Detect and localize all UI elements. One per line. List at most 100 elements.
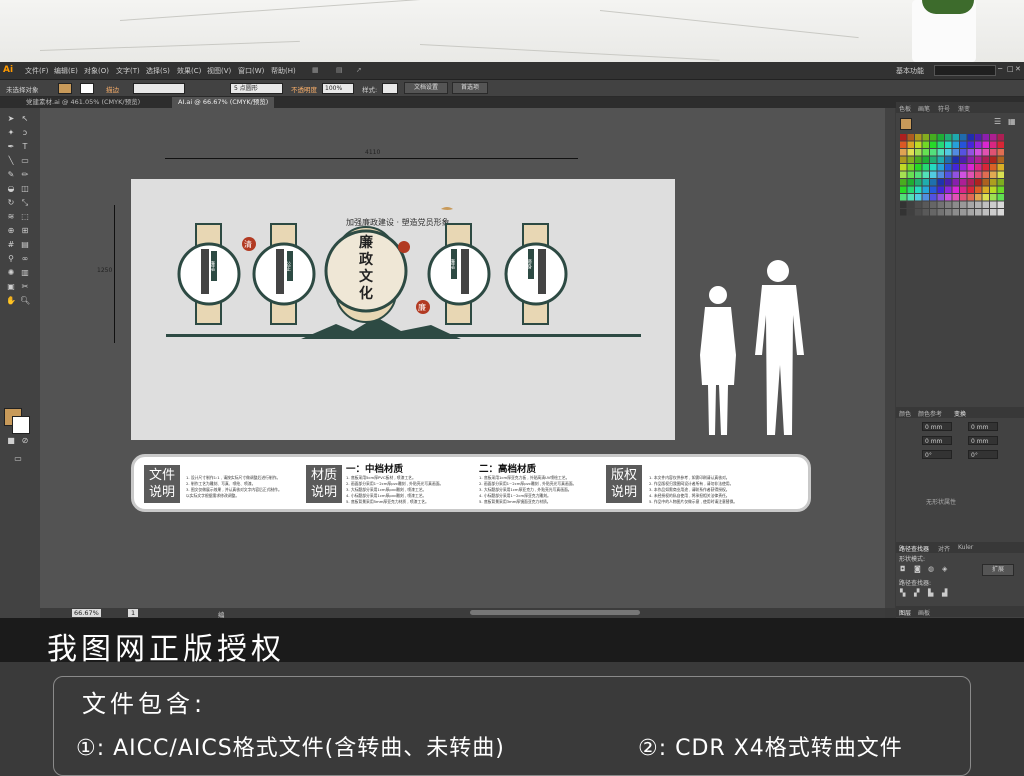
swatch-cell[interactable]	[997, 171, 1005, 179]
opacity-label[interactable]: 不透明度	[291, 84, 317, 94]
menu-help[interactable]: 帮助(H)	[271, 66, 296, 76]
swatch-cell[interactable]	[945, 201, 952, 209]
swatch-cell[interactable]	[997, 209, 1005, 216]
swatch-cell[interactable]	[915, 141, 922, 149]
swatch-cell[interactable]	[960, 156, 967, 164]
trim-icon[interactable]: ▞	[914, 589, 919, 597]
swatch-cell[interactable]	[952, 179, 960, 186]
swatch-cell[interactable]	[915, 201, 922, 209]
swatch-cell[interactable]	[915, 149, 922, 156]
swatch-cell[interactable]	[930, 171, 937, 179]
swatch-cell[interactable]	[982, 134, 990, 141]
swatch-cell[interactable]	[922, 201, 930, 209]
swatch-cell[interactable]	[967, 201, 975, 209]
swatch-cell[interactable]	[922, 134, 930, 141]
pen-tool-icon[interactable]: ✒	[6, 142, 16, 152]
menu-file[interactable]: 文件(F)	[25, 66, 49, 76]
swatch-cell[interactable]	[937, 149, 945, 156]
intersect-icon[interactable]: ◍	[928, 565, 934, 573]
crop-icon[interactable]: ▟	[942, 589, 947, 597]
swatch-cell[interactable]	[915, 209, 922, 216]
swatch-cell[interactable]	[982, 186, 990, 194]
swatch-cell[interactable]	[967, 186, 975, 194]
swatch-cell[interactable]	[997, 134, 1005, 141]
menu-object[interactable]: 对象(O)	[84, 66, 109, 76]
menu-type[interactable]: 文字(T)	[116, 66, 140, 76]
color-mode-icon[interactable]: ■	[6, 436, 16, 446]
swatch-cell[interactable]	[945, 164, 952, 171]
swatch-cell[interactable]	[907, 156, 915, 164]
document-setup-button[interactable]: 文档设置	[404, 82, 448, 94]
swatch-cell[interactable]	[937, 201, 945, 209]
tab-swatches[interactable]: 色板	[899, 104, 911, 113]
artboard-tool-icon[interactable]: ▣	[6, 282, 16, 292]
swatch-cell[interactable]	[900, 209, 907, 216]
swatch-cell[interactable]	[900, 171, 907, 179]
swatch-cell[interactable]	[990, 194, 997, 201]
paintbrush-icon[interactable]: ✎	[6, 170, 16, 180]
list-view-icon[interactable]: ☰	[994, 117, 1001, 126]
swatch-cell[interactable]	[990, 186, 997, 194]
swatch-cell[interactable]	[975, 141, 982, 149]
swatch-cell[interactable]	[907, 201, 915, 209]
minimize-icon[interactable]: ─	[998, 65, 1006, 73]
zoom-icon[interactable]: 🔍︎	[20, 296, 30, 306]
menu-window[interactable]: 窗口(W)	[238, 66, 264, 76]
perspective-icon[interactable]: ⊞	[20, 226, 30, 236]
swatch-cell[interactable]	[997, 179, 1005, 186]
swatch-cell[interactable]	[960, 201, 967, 209]
tab-symbols[interactable]: 符号	[938, 104, 950, 113]
swatch-cell[interactable]	[937, 134, 945, 141]
artboard[interactable]: 加强廉政建设 · 塑造党员形象 廉洁 清 公正 廉 政 文 化 廉 廉洁 修身	[131, 179, 675, 440]
swatch-cell[interactable]	[907, 171, 915, 179]
line-tool-icon[interactable]: ╲	[6, 156, 16, 166]
warp-icon[interactable]: ≋	[6, 212, 16, 222]
swatch-cell[interactable]	[937, 209, 945, 216]
swatch-cell[interactable]	[975, 164, 982, 171]
swatch-cell[interactable]	[945, 156, 952, 164]
swatch-cell[interactable]	[952, 149, 960, 156]
stroke-label[interactable]: 描边	[106, 84, 119, 94]
grid-view-icon[interactable]: ▦	[1008, 117, 1016, 126]
swatch-cell[interactable]	[997, 201, 1005, 209]
height-field[interactable]: 0 mm	[968, 436, 998, 445]
swatch-cell[interactable]	[930, 156, 937, 164]
swatch-cell[interactable]	[975, 201, 982, 209]
swatch-cell[interactable]	[952, 134, 960, 141]
swatch-cell[interactable]	[967, 171, 975, 179]
vertical-scrollbar[interactable]	[885, 108, 895, 608]
swatch-cell[interactable]	[975, 179, 982, 186]
swatch-cell[interactable]	[937, 156, 945, 164]
swatch-grid[interactable]	[900, 134, 1010, 229]
swatch-cell[interactable]	[975, 134, 982, 141]
swatch-cell[interactable]	[982, 179, 990, 186]
swatch-cell[interactable]	[930, 194, 937, 201]
workspace-switcher[interactable]: 基本功能	[896, 66, 924, 76]
swatch-cell[interactable]	[907, 209, 915, 216]
swatch-cell[interactable]	[900, 179, 907, 186]
menu-effect[interactable]: 效果(C)	[177, 66, 201, 76]
tab-kuler[interactable]: Kuler	[958, 544, 973, 551]
swatch-cell[interactable]	[915, 164, 922, 171]
mesh-icon[interactable]: #	[6, 240, 16, 250]
swatch-cell[interactable]	[982, 194, 990, 201]
swatch-cell[interactable]	[997, 164, 1005, 171]
x-field[interactable]: 0 mm	[922, 422, 952, 431]
unite-icon[interactable]: ◘	[900, 565, 906, 573]
swatch-cell[interactable]	[997, 149, 1005, 156]
swatch-cell[interactable]	[952, 209, 960, 216]
swatch-cell[interactable]	[967, 149, 975, 156]
swatch-cell[interactable]	[922, 194, 930, 201]
opacity-input[interactable]: 100%	[322, 83, 354, 94]
swatch-cell[interactable]	[900, 156, 907, 164]
blob-brush-icon[interactable]: ◒	[6, 184, 16, 194]
swatch-cell[interactable]	[937, 194, 945, 201]
swatch-cell[interactable]	[990, 134, 997, 141]
swatch-cell[interactable]	[967, 209, 975, 216]
swatch-cell[interactable]	[930, 186, 937, 194]
swatch-cell[interactable]	[900, 164, 907, 171]
swatch-cell[interactable]	[930, 149, 937, 156]
artboard-number[interactable]: 1	[128, 609, 139, 617]
swatch-cell[interactable]	[952, 141, 960, 149]
swatch-cell[interactable]	[930, 179, 937, 186]
